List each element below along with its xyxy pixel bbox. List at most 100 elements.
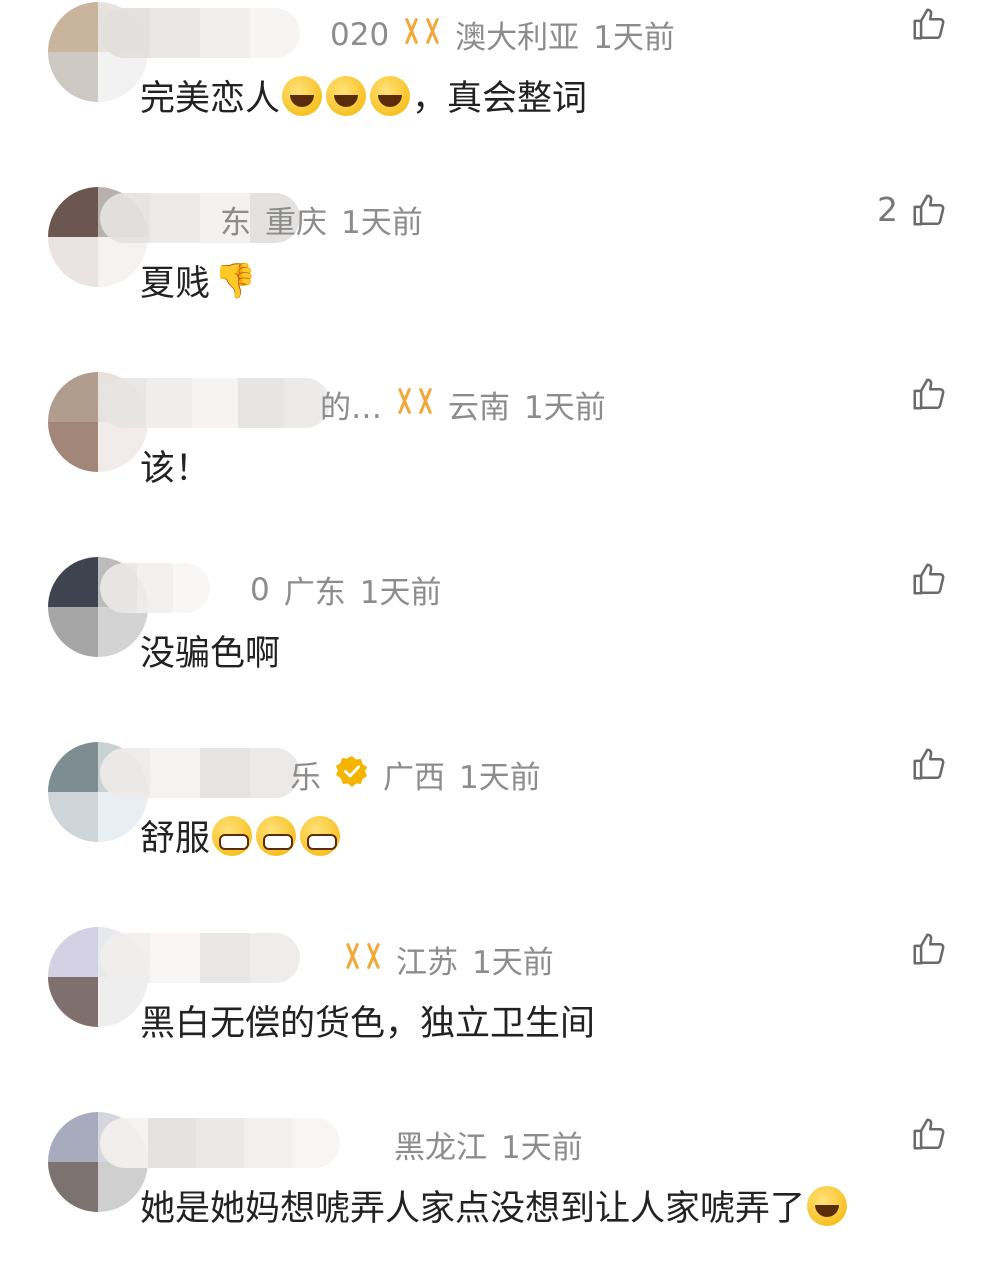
username-fragment[interactable]: 的… bbox=[320, 382, 382, 427]
comment-body: 没骗色啊 bbox=[140, 634, 281, 674]
laugh-cry-emoji-icon bbox=[807, 1185, 848, 1226]
grin-emoji-icon bbox=[300, 815, 341, 856]
comment-meta: 黑龙江 1天前 bbox=[380, 1122, 583, 1167]
comment-item: 乐 广西 1天前 舒服 bbox=[0, 730, 993, 915]
comment-text: 完美恋人 ，真会整词 bbox=[140, 70, 587, 121]
blur-cell bbox=[136, 563, 174, 613]
thumb-up-outline-icon bbox=[913, 1118, 945, 1150]
blur-cell bbox=[244, 1118, 292, 1168]
vip-ribbon-icon bbox=[346, 942, 380, 969]
time-label: 1天前 bbox=[524, 390, 606, 426]
comment-item: 0 广东 1天前 没骗色啊 bbox=[0, 545, 993, 730]
comment-text: 夏贱 👎 bbox=[140, 255, 256, 306]
blurred-username bbox=[100, 8, 300, 58]
comment-body: 黑白无偿的货色，独立卫生间 bbox=[140, 1004, 596, 1044]
blur-cell bbox=[200, 933, 250, 983]
badge-slot bbox=[344, 941, 382, 979]
comment-item: 黑龙江 1天前 她是她妈想唬弄人家点没想到让人家唬弄了 bbox=[0, 1100, 993, 1285]
comment-body: 夏贱 bbox=[140, 264, 211, 304]
blur-cell bbox=[150, 933, 200, 983]
blurred-username bbox=[100, 378, 330, 428]
time-label: 1天前 bbox=[501, 1130, 583, 1166]
thumb-up-outline-icon bbox=[913, 748, 945, 780]
like-button[interactable] bbox=[898, 5, 948, 43]
laugh-cry-emoji-icon bbox=[326, 75, 367, 116]
blur-cell bbox=[150, 193, 200, 243]
blur-cell bbox=[196, 1118, 244, 1168]
time-label: 1天前 bbox=[593, 20, 675, 56]
username-fragment[interactable]: 东 bbox=[220, 197, 251, 242]
thumb-down-emoji-icon: 👎 bbox=[214, 260, 257, 301]
like-count: 2 bbox=[877, 190, 898, 229]
blur-cell bbox=[250, 8, 300, 58]
blur-cell bbox=[150, 8, 200, 58]
like-button[interactable] bbox=[898, 1115, 948, 1153]
time-label: 1天前 bbox=[341, 205, 423, 241]
blur-cell bbox=[192, 378, 238, 428]
comment-item: 东 重庆 1天前 夏贱 👎 2 bbox=[0, 175, 993, 360]
time-label: 1天前 bbox=[359, 575, 442, 611]
thumb-up-outline-icon bbox=[913, 378, 945, 410]
grin-emoji-icon bbox=[212, 815, 253, 856]
vip-ribbon-icon bbox=[398, 387, 432, 414]
location-label: 云南 bbox=[448, 390, 510, 426]
laugh-cry-emoji-icon bbox=[370, 75, 411, 116]
badge-slot bbox=[396, 386, 434, 424]
username-fragment[interactable]: 0 bbox=[250, 572, 270, 608]
blur-cell bbox=[100, 378, 146, 428]
blur-cell bbox=[146, 378, 192, 428]
comment-text: 黑白无偿的货色，独立卫生间 bbox=[140, 995, 595, 1046]
blurred-username bbox=[100, 748, 300, 798]
comment-meta: 东 重庆 1天前 bbox=[220, 197, 423, 242]
comment-text: 该！ bbox=[140, 440, 210, 491]
comment-meta: 的… 云南 1天前 bbox=[320, 382, 606, 427]
blurred-username bbox=[100, 1118, 340, 1168]
thumb-up-outline-icon bbox=[913, 193, 945, 226]
comment-body: 完美恋人 bbox=[140, 79, 281, 119]
laugh-cry-emoji-icon bbox=[282, 75, 323, 116]
comment-text: 她是她妈想唬弄人家点没想到让人家唬弄了 bbox=[140, 1180, 849, 1231]
blurred-username bbox=[100, 563, 210, 613]
username-fragment[interactable]: 乐 bbox=[290, 752, 321, 797]
blur-cell bbox=[100, 933, 150, 983]
comment-text: 没骗色啊 bbox=[140, 625, 280, 676]
location-label: 江苏 bbox=[396, 945, 458, 981]
location-label: 澳大利亚 bbox=[455, 20, 580, 56]
blur-cell bbox=[173, 563, 210, 613]
comment-meta: 江苏 1天前 bbox=[330, 937, 554, 982]
like-button[interactable] bbox=[898, 930, 948, 968]
blurred-username bbox=[100, 933, 300, 983]
blur-cell bbox=[100, 8, 150, 58]
location-label: 重庆 bbox=[265, 205, 327, 241]
comment-text: 舒服 bbox=[140, 810, 342, 861]
comment-body: 该！ bbox=[140, 449, 211, 489]
comment-item: 020 澳大利亚 1天前 完美恋人 ，真会整词 bbox=[0, 0, 993, 175]
comment-meta: 0 广东 1天前 bbox=[250, 567, 441, 612]
like-button[interactable]: 2 bbox=[877, 190, 948, 229]
username-fragment[interactable]: 020 bbox=[330, 17, 389, 53]
verified-badge-icon bbox=[336, 755, 367, 787]
blur-cell bbox=[100, 1118, 148, 1168]
location-label: 黑龙江 bbox=[394, 1130, 487, 1166]
thumb-up-outline-icon bbox=[913, 933, 945, 965]
grin-emoji-icon bbox=[256, 815, 297, 856]
comment-item: 江苏 1天前 黑白无偿的货色，独立卫生间 bbox=[0, 915, 993, 1100]
time-label: 1天前 bbox=[459, 760, 541, 796]
blur-cell bbox=[200, 748, 250, 798]
like-button[interactable] bbox=[898, 560, 948, 598]
like-button[interactable] bbox=[898, 745, 948, 783]
blur-cell bbox=[148, 1118, 196, 1168]
blur-cell bbox=[100, 748, 150, 798]
badge-slot bbox=[335, 754, 369, 796]
like-button[interactable] bbox=[898, 375, 948, 413]
comment-meta: 乐 广西 1天前 bbox=[290, 752, 541, 797]
comment-body: 她是她妈想唬弄人家点没想到让人家唬弄了 bbox=[140, 1189, 806, 1229]
badge-slot bbox=[403, 16, 441, 54]
time-label: 1天前 bbox=[472, 945, 554, 981]
blur-cell bbox=[238, 378, 284, 428]
comment-meta: 020 澳大利亚 1天前 bbox=[330, 12, 675, 57]
blur-cell bbox=[200, 8, 250, 58]
blur-cell bbox=[292, 1118, 340, 1168]
blur-cell bbox=[150, 748, 200, 798]
comment-item: 的… 云南 1天前 该！ bbox=[0, 360, 993, 545]
